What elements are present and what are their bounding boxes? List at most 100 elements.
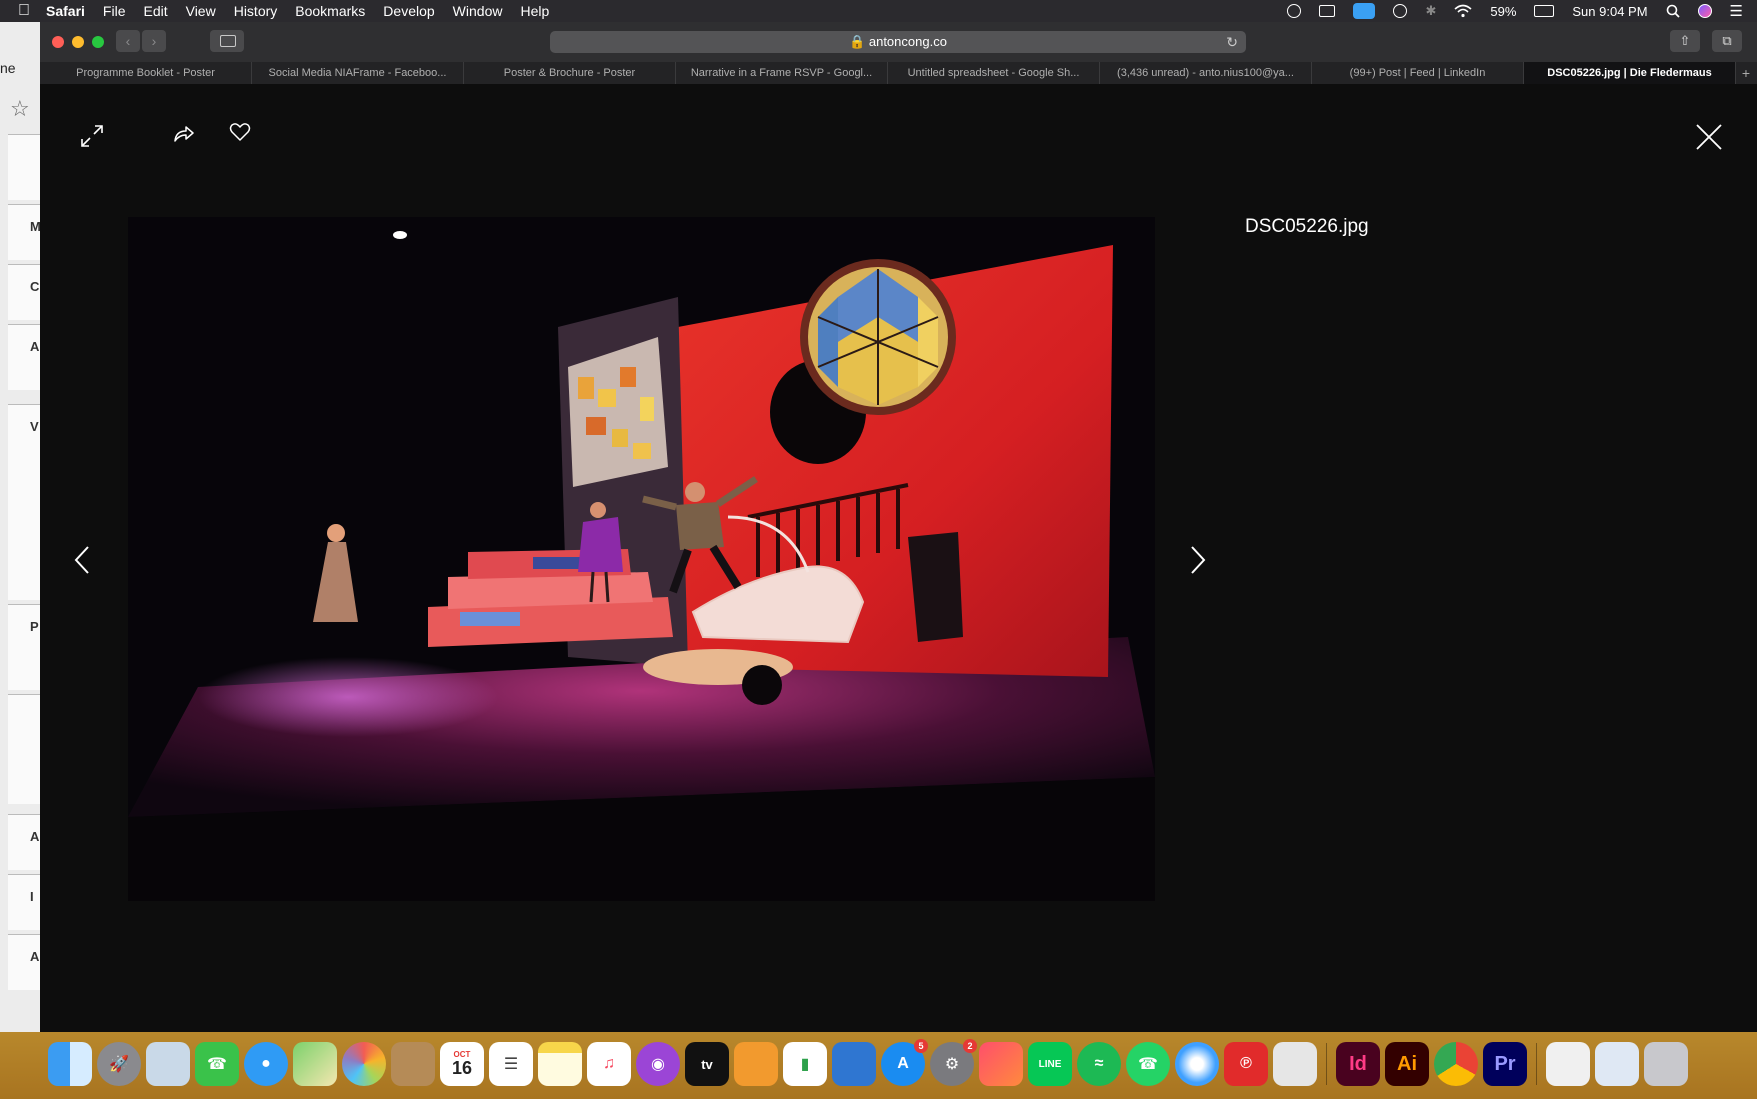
siri-icon[interactable] bbox=[1697, 4, 1712, 18]
tabs-overview-icon: ⧉ bbox=[1722, 33, 1732, 48]
apple-menu-icon[interactable]:  bbox=[18, 2, 40, 20]
heart-icon[interactable] bbox=[228, 120, 252, 144]
preview-icon[interactable] bbox=[146, 1042, 190, 1086]
acrobat-icon[interactable]: ℗ bbox=[1224, 1042, 1268, 1086]
chevron-right-icon[interactable] bbox=[1188, 544, 1208, 576]
tab-spreadsheet[interactable]: Untitled spreadsheet - Google Sh... bbox=[888, 62, 1100, 84]
chrome-icon[interactable] bbox=[1434, 1042, 1478, 1086]
background-window-strip: ne ☆ M C A V P A I A bbox=[0, 22, 41, 1032]
tab-active-photo[interactable]: DSC05226.jpg | Die Fledermaus bbox=[1524, 62, 1736, 84]
notification-center-icon[interactable]: ☰ bbox=[1730, 2, 1743, 20]
launchpad-icon[interactable]: 🚀 bbox=[97, 1042, 141, 1086]
reminders-icon[interactable]: ☰ bbox=[489, 1042, 533, 1086]
tab-programme-booklet[interactable]: Programme Booklet - Poster bbox=[40, 62, 252, 84]
appletv-icon[interactable]: tv bbox=[685, 1042, 729, 1086]
tab-linkedin[interactable]: (99+) Post | Feed | LinkedIn bbox=[1312, 62, 1524, 84]
share-icon[interactable] bbox=[172, 122, 196, 146]
creative-cloud-status-icon[interactable] bbox=[1287, 4, 1302, 18]
address-bar[interactable]: 🔒 antoncong.co ↻ bbox=[550, 31, 1246, 53]
share-button[interactable]: ⇧ bbox=[1670, 30, 1700, 52]
background-card: I bbox=[8, 874, 40, 930]
background-card: M bbox=[8, 204, 41, 260]
facetime-icon[interactable]: ☎ bbox=[195, 1042, 239, 1086]
dock-apps: 🚀 ☎ ● OCT 16 ☰ ♫ ◉ tv ▮ A5 ⚙ 2 LINE ≈ ☎ ℗… bbox=[48, 1039, 1688, 1086]
star-icon[interactable]: ☆ bbox=[10, 96, 30, 122]
sidebar-toggle-button[interactable] bbox=[210, 30, 244, 52]
reload-icon[interactable]: ↻ bbox=[1226, 31, 1238, 53]
pages-icon[interactable] bbox=[734, 1042, 778, 1086]
podcasts-icon[interactable]: ◉ bbox=[636, 1042, 680, 1086]
photos-icon[interactable] bbox=[342, 1042, 386, 1086]
menu-help[interactable]: Help bbox=[520, 3, 549, 19]
wifi-icon[interactable] bbox=[1454, 4, 1472, 18]
menu-clock[interactable]: Sun 9:04 PM bbox=[1572, 4, 1647, 19]
documents-folder-icon[interactable] bbox=[1546, 1042, 1590, 1086]
tab-mail[interactable]: (3,436 unread) - anto.nius100@ya... bbox=[1100, 62, 1312, 84]
app-store-icon[interactable]: A5 bbox=[881, 1039, 928, 1086]
forward-button[interactable]: › bbox=[142, 30, 166, 52]
background-card-letter: A bbox=[30, 829, 40, 844]
photo-filename: DSC05226.jpg bbox=[1245, 216, 1369, 237]
music-icon[interactable]: ♫ bbox=[587, 1042, 631, 1086]
bluetooth-icon[interactable]: ✱ bbox=[1425, 3, 1436, 19]
messages-icon[interactable]: ● bbox=[244, 1042, 288, 1086]
indesign-icon[interactable]: Id bbox=[1336, 1042, 1380, 1086]
back-button[interactable]: ‹ bbox=[116, 30, 140, 52]
maps-icon[interactable] bbox=[293, 1042, 337, 1086]
menu-bar:  Safari File Edit View History Bookmark… bbox=[0, 0, 1757, 22]
show-tabs-button[interactable]: ⧉ bbox=[1712, 30, 1742, 52]
trash-icon[interactable] bbox=[1644, 1042, 1688, 1086]
minimize-window-button[interactable] bbox=[72, 36, 84, 48]
photo-lightbox: DSC05226.jpg bbox=[40, 84, 1757, 1032]
menu-file[interactable]: File bbox=[103, 3, 126, 19]
display-mirror-icon[interactable] bbox=[1319, 5, 1336, 17]
appletv-label: tv bbox=[701, 1056, 713, 1072]
numbers-icon[interactable]: ▮ bbox=[783, 1042, 827, 1086]
expand-icon[interactable] bbox=[78, 122, 106, 150]
menu-edit[interactable]: Edit bbox=[143, 3, 167, 19]
whatsapp-icon[interactable]: ☎ bbox=[1126, 1042, 1170, 1086]
menu-bookmarks[interactable]: Bookmarks bbox=[295, 3, 365, 19]
premiere-icon[interactable]: Pr bbox=[1483, 1042, 1527, 1086]
line-label: LINE bbox=[1038, 1058, 1062, 1070]
spotify-icon[interactable]: ≈ bbox=[1077, 1042, 1121, 1086]
illustrator-icon[interactable]: Ai bbox=[1385, 1042, 1429, 1086]
zoom-window-button[interactable] bbox=[92, 36, 104, 48]
menu-history[interactable]: History bbox=[234, 3, 278, 19]
line-icon[interactable]: LINE bbox=[1028, 1042, 1072, 1086]
tab-social-media[interactable]: Social Media NIAFrame - Faceboo... bbox=[252, 62, 464, 84]
battery-percent[interactable]: 59% bbox=[1490, 4, 1516, 19]
calendar-icon[interactable]: OCT 16 bbox=[440, 1042, 484, 1086]
lock-icon: 🔒 bbox=[849, 34, 866, 49]
tab-poster-brochure[interactable]: Poster & Brochure - Poster bbox=[464, 62, 676, 84]
safari-icon[interactable] bbox=[1175, 1042, 1219, 1086]
battery-icon[interactable] bbox=[1534, 5, 1555, 17]
share-icon: ⇧ bbox=[1679, 33, 1691, 48]
new-tab-button[interactable]: + bbox=[1736, 62, 1756, 84]
close-window-button[interactable] bbox=[52, 36, 64, 48]
close-icon[interactable] bbox=[1694, 122, 1724, 152]
spotlight-search-icon[interactable] bbox=[1666, 4, 1680, 18]
menu-view[interactable]: View bbox=[186, 3, 216, 19]
script-editor-icon[interactable] bbox=[1273, 1042, 1317, 1086]
time-machine-icon[interactable] bbox=[1393, 4, 1408, 18]
chevron-left-icon[interactable] bbox=[72, 544, 92, 576]
tab-rsvp-form[interactable]: Narrative in a Frame RSVP - Googl... bbox=[676, 62, 888, 84]
chevron-right-icon: › bbox=[151, 33, 157, 49]
downloads-folder-icon[interactable] bbox=[1595, 1042, 1639, 1086]
background-card-letter: A bbox=[30, 949, 40, 964]
contacts-icon[interactable] bbox=[391, 1042, 435, 1086]
finder-icon[interactable] bbox=[48, 1042, 92, 1086]
dock: 🚀 ☎ ● OCT 16 ☰ ♫ ◉ tv ▮ A5 ⚙ 2 LINE ≈ ☎ ℗… bbox=[0, 1032, 1757, 1099]
notes-icon[interactable] bbox=[538, 1042, 582, 1086]
background-card bbox=[8, 694, 40, 804]
indesign-label: Id bbox=[1349, 1052, 1367, 1075]
photo-viewer[interactable] bbox=[128, 217, 1155, 901]
menu-window[interactable]: Window bbox=[453, 3, 503, 19]
menu-app-name[interactable]: Safari bbox=[46, 3, 85, 19]
keynote-icon[interactable] bbox=[832, 1042, 876, 1086]
system-preferences-icon[interactable]: ⚙ 2 bbox=[930, 1039, 977, 1086]
menu-develop[interactable]: Develop bbox=[383, 3, 434, 19]
vpn-status-icon[interactable] bbox=[1353, 3, 1376, 19]
creative-cloud-icon[interactable] bbox=[979, 1042, 1023, 1086]
